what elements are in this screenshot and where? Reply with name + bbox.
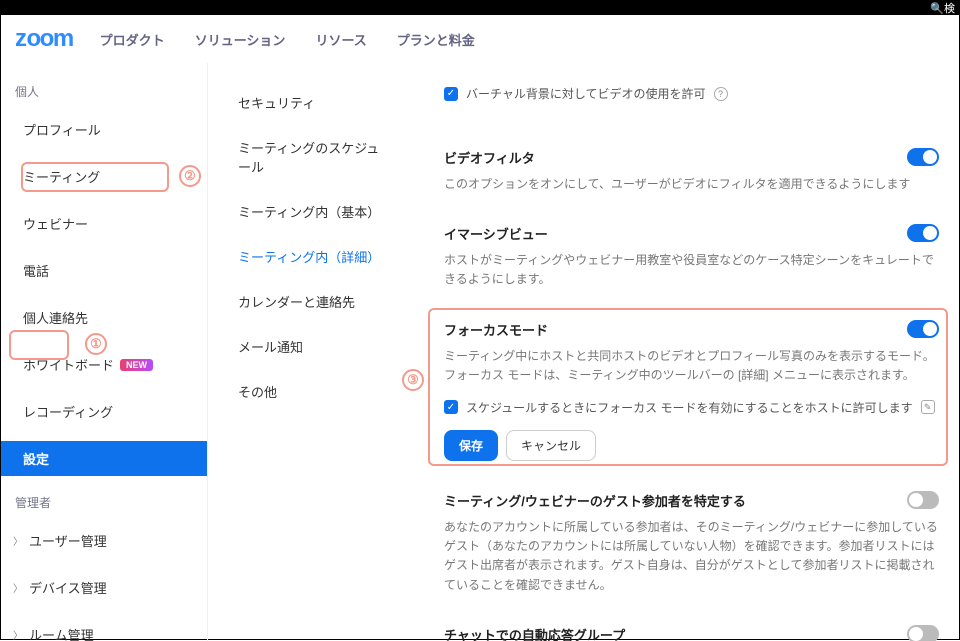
focus-checkbox-label: スケジュールするときにフォーカス モードを有効にすることをホストに許可します [466, 399, 913, 416]
subnav-in-meeting-basic[interactable]: ミーティング内（基本） [234, 194, 388, 229]
sidebar-item-profile[interactable]: プロフィール [1, 112, 207, 147]
chevron-right-icon: 〉 [13, 533, 23, 548]
toggle-immersive-view[interactable] [907, 224, 939, 242]
annotation-number-3: ③ [402, 369, 424, 391]
subnav-other[interactable]: その他 [234, 374, 388, 409]
checkbox-icon[interactable]: ✓ [444, 400, 458, 414]
setting-desc: ホストがミーティングやウェビナー用教室や役員室などのケース特定シーンをキュレート… [444, 251, 939, 289]
sidebar: 個人 プロフィール ミーティング ウェビナー 電話 個人連絡先 ホワイトボード … [1, 63, 208, 641]
top-nav: プロダクト ソリューション リソース プランと料金 [100, 30, 475, 49]
cancel-button[interactable]: キャンセル [506, 430, 596, 461]
subnav-mail[interactable]: メール通知 [234, 329, 388, 364]
chevron-right-icon: 〉 [13, 580, 23, 595]
sidebar-item-phone[interactable]: 電話 [1, 253, 207, 288]
topnav-resources[interactable]: リソース [315, 30, 366, 49]
sidebar-item-device-mgmt[interactable]: 〉デバイス管理 [1, 570, 207, 605]
modified-icon[interactable]: ✎ [921, 400, 935, 414]
setting-virtual-bg-video: ✓ バーチャル背景に対してビデオの使用を許可 ? [444, 85, 939, 102]
settings-subnav: セキュリティ ミーティングのスケジュール ミーティング内（基本） ミーティング内… [208, 63, 398, 641]
sidebar-section-personal: 個人 [1, 77, 207, 112]
topnav-solution[interactable]: ソリューション [195, 30, 286, 49]
setting-title: フォーカスモード [444, 320, 939, 339]
setting-label: バーチャル背景に対してビデオの使用を許可 [466, 85, 706, 102]
setting-focus-mode: フォーカスモード ミーティング中にホストと共同ホストのビデオとプロフィール写真の… [444, 320, 939, 461]
setting-title: チャットでの自動応答グループ [444, 625, 939, 641]
toggle-guest-identify[interactable] [907, 491, 939, 509]
sidebar-item-whiteboard[interactable]: ホワイトボード NEW [1, 347, 207, 382]
setting-title: ミーティング/ウェビナーのゲスト参加者を特定する [444, 491, 939, 510]
toggle-video-filter[interactable] [907, 148, 939, 166]
zoom-logo[interactable]: zoom [15, 25, 74, 53]
sidebar-item-room-mgmt[interactable]: 〉ルーム管理 [1, 617, 207, 641]
setting-video-filter: ビデオフィルタ このオプションをオンにして、ユーザーがビデオにフィルタを適用でき… [444, 148, 939, 194]
header: zoom プロダクト ソリューション リソース プランと料金 [1, 15, 959, 63]
sidebar-item-webinar[interactable]: ウェビナー [1, 206, 207, 241]
new-badge: NEW [120, 359, 153, 371]
help-icon[interactable]: ? [714, 87, 728, 101]
checkbox-icon[interactable]: ✓ [444, 87, 458, 101]
setting-desc: あなたのアカウントに所属している参加者は、そのミーティング/ウェビナーに参加して… [444, 518, 939, 595]
subnav-security[interactable]: セキュリティ [234, 85, 388, 120]
sidebar-item-contacts[interactable]: 個人連絡先 [1, 300, 207, 335]
setting-desc: ミーティング中にホストと共同ホストのビデオとプロフィール写真のみを表示するモード… [444, 347, 939, 385]
sidebar-item-settings[interactable]: 設定 [1, 441, 207, 476]
sidebar-item-recording[interactable]: レコーディング [1, 394, 207, 429]
sidebar-section-admin: 管理者 [1, 488, 207, 523]
subnav-schedule[interactable]: ミーティングのスケジュール [234, 130, 388, 184]
sidebar-item-user-mgmt[interactable]: 〉ユーザー管理 [1, 523, 207, 558]
settings-content: ✓ バーチャル背景に対してビデオの使用を許可 ? ビデオフィルタ このオプション… [398, 63, 959, 641]
subnav-calendar[interactable]: カレンダーと連絡先 [234, 284, 388, 319]
setting-title: イマーシブビュー [444, 224, 939, 243]
setting-guest-identify: ミーティング/ウェビナーのゲスト参加者を特定する あなたのアカウントに所属してい… [444, 491, 939, 595]
main-area: 個人 プロフィール ミーティング ウェビナー 電話 個人連絡先 ホワイトボード … [1, 63, 959, 641]
setting-auto-answer: チャットでの自動応答グループ 「自動回答グループ」に他の人を追加することをユーザ… [444, 625, 939, 641]
search-icon[interactable]: 🔍 [930, 2, 944, 15]
save-button[interactable]: 保存 [444, 430, 498, 461]
topbar: 🔍 検 [1, 1, 959, 15]
topnav-plans[interactable]: プランと料金 [397, 30, 475, 49]
chevron-right-icon: 〉 [13, 627, 23, 641]
toggle-auto-answer[interactable] [907, 625, 939, 641]
setting-desc: このオプションをオンにして、ユーザーがビデオにフィルタを適用できるようにします [444, 175, 939, 194]
subnav-in-meeting-advanced[interactable]: ミーティング内（詳細） [234, 239, 388, 274]
setting-title: ビデオフィルタ [444, 148, 939, 167]
search-label: 検 [944, 0, 955, 16]
sidebar-item-meeting[interactable]: ミーティング [1, 159, 207, 194]
toggle-focus-mode[interactable] [907, 320, 939, 338]
setting-immersive-view: イマーシブビュー ホストがミーティングやウェビナー用教室や役員室などのケース特定… [444, 224, 939, 289]
topnav-product[interactable]: プロダクト [100, 30, 165, 49]
